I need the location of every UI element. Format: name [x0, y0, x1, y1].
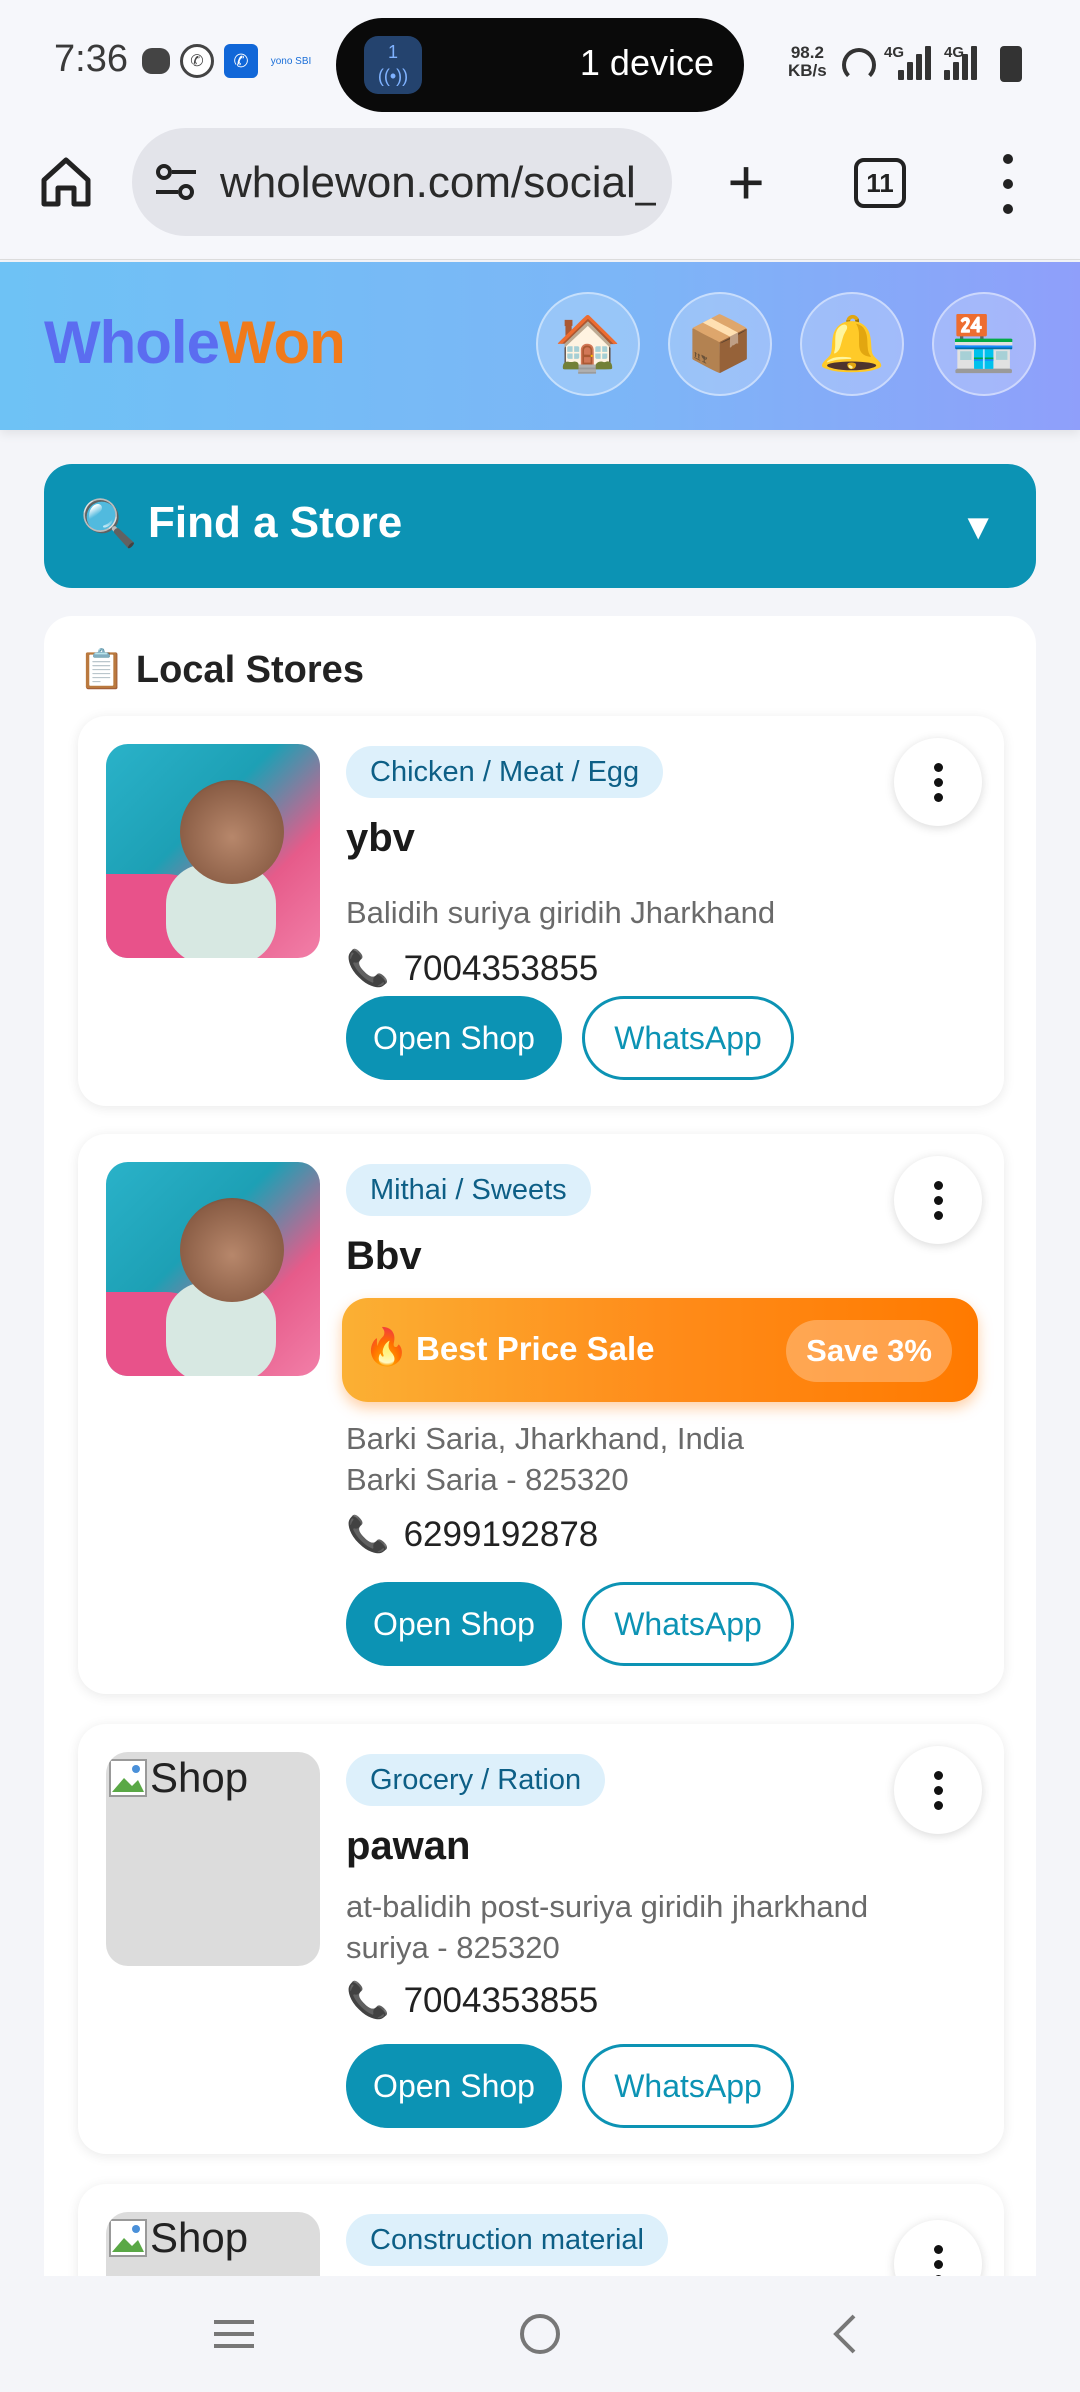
sim1-signal-icon [898, 44, 931, 80]
phone-app-icon: ✆ [224, 44, 258, 78]
broken-image-icon [109, 2219, 147, 2257]
store-card: Chicken / Meat / Egg ybv Balidih suriya … [78, 716, 1004, 1106]
sale-label: Best Price Sale [416, 1330, 655, 1367]
phone-icon: 📞 [346, 949, 390, 988]
home-button[interactable] [38, 154, 94, 210]
status-time: 7:36 [54, 38, 128, 80]
whatsapp-icon: ✆ [180, 44, 214, 78]
tab-switcher-button[interactable]: 11 [854, 158, 906, 208]
browser-toolbar: wholewon.com/social_ + 11 [0, 128, 1080, 260]
system-nav-bar [0, 2276, 1080, 2392]
store-card: Mithai / Sweets Bbv 🔥 Best Price Sale Sa… [78, 1134, 1004, 1694]
store-address: Barki Saria, Jharkhand, India Barki Saria… [346, 1421, 745, 1497]
store-phone[interactable]: 📞 6299192878 [346, 1514, 598, 1555]
app-header: WholeWon 🏠 📦 🔔 🏪 [0, 262, 1080, 430]
browser-menu-button[interactable] [996, 154, 1020, 214]
url-text: wholewon.com/social_ [220, 158, 656, 207]
whatsapp-button[interactable]: WhatsApp [582, 996, 794, 1080]
sale-banner[interactable]: 🔥 Best Price Sale Save 3% [342, 1298, 978, 1402]
notification-icons: ✆ ✆ yono SBI [142, 44, 314, 78]
wholewon-logo[interactable]: WholeWon [44, 308, 346, 377]
orders-nav-button[interactable]: 📦 [668, 292, 772, 396]
home-icon [41, 157, 91, 207]
save-badge: Save 3% [786, 1320, 952, 1382]
store-photo[interactable] [106, 744, 320, 958]
caret-down-icon: ▼ [960, 506, 996, 547]
category-tag: Mithai / Sweets [346, 1164, 591, 1216]
battery-icon [1000, 46, 1022, 82]
local-stores-title: 📋 Local Stores [78, 649, 364, 691]
search-icon: 🔍 [80, 497, 138, 549]
store-card: Shop Grocery / Ration pawan at-balidih p… [78, 1724, 1004, 2154]
home-circle-icon[interactable] [510, 2306, 570, 2362]
more-options-button[interactable] [894, 1156, 982, 1244]
fire-icon: 🔥 [364, 1326, 409, 1367]
phone-icon: 📞 [346, 1515, 390, 1554]
home-nav-button[interactable]: 🏠 [536, 292, 640, 396]
category-tag: Chicken / Meat / Egg [346, 746, 664, 798]
yono-sbi-icon: yono SBI [270, 55, 312, 67]
chat-bubble-icon [142, 48, 170, 74]
new-tab-button[interactable]: + [718, 144, 774, 220]
recents-menu-icon[interactable] [204, 2306, 264, 2362]
broadcast-icon: 1 ((•)) [364, 36, 422, 94]
status-bar: 7:36 ✆ ✆ yono SBI 1 ((•)) 1 device 98.2 K… [0, 0, 1080, 128]
hotspot-icon [842, 48, 876, 82]
whatsapp-button[interactable]: WhatsApp [582, 1582, 794, 1666]
notifications-nav-button[interactable]: 🔔 [800, 292, 904, 396]
store-name: ybv [346, 816, 415, 860]
back-chevron-icon[interactable] [816, 2306, 876, 2362]
store-name: Bbv [346, 1234, 422, 1278]
network-speed: 98.2 KB/s [788, 43, 827, 80]
find-store-toggle[interactable]: 🔍 Find a Store ▼ [44, 464, 1036, 588]
find-store-label: Find a Store [148, 498, 403, 547]
device-connection-pill[interactable]: 1 ((•)) 1 device [336, 18, 744, 112]
site-settings-icon [156, 164, 196, 200]
stores-nav-button[interactable]: 🏪 [932, 292, 1036, 396]
whatsapp-button[interactable]: WhatsApp [582, 2044, 794, 2128]
store-address: Balidih suriya giridih Jharkhand [346, 895, 776, 930]
store-photo-broken[interactable]: Shop [106, 1752, 320, 1966]
phone-icon: 📞 [346, 1981, 390, 2020]
store-phone[interactable]: 📞 7004353855 [346, 1980, 598, 2021]
store-photo[interactable] [106, 1162, 320, 1376]
open-shop-button[interactable]: Open Shop [346, 2044, 562, 2128]
more-options-button[interactable] [894, 738, 982, 826]
store-name: pawan [346, 1824, 471, 1868]
local-stores-panel: 📋 Local Stores Chicken / Meat / Egg ybv … [44, 616, 1036, 2392]
address-bar[interactable]: wholewon.com/social_ [132, 128, 672, 236]
category-tag: Construction material [346, 2214, 668, 2266]
store-address: at-balidih post-suriya giridih jharkhand… [346, 1889, 869, 1965]
broken-image-icon [109, 1759, 147, 1797]
store-phone[interactable]: 📞 7004353855 [346, 948, 598, 989]
device-count-label: 1 device [579, 42, 714, 83]
sim2-signal-icon [944, 44, 977, 80]
open-shop-button[interactable]: Open Shop [346, 996, 562, 1080]
open-shop-button[interactable]: Open Shop [346, 1582, 562, 1666]
category-tag: Grocery / Ration [346, 1754, 606, 1806]
more-options-button[interactable] [894, 1746, 982, 1834]
